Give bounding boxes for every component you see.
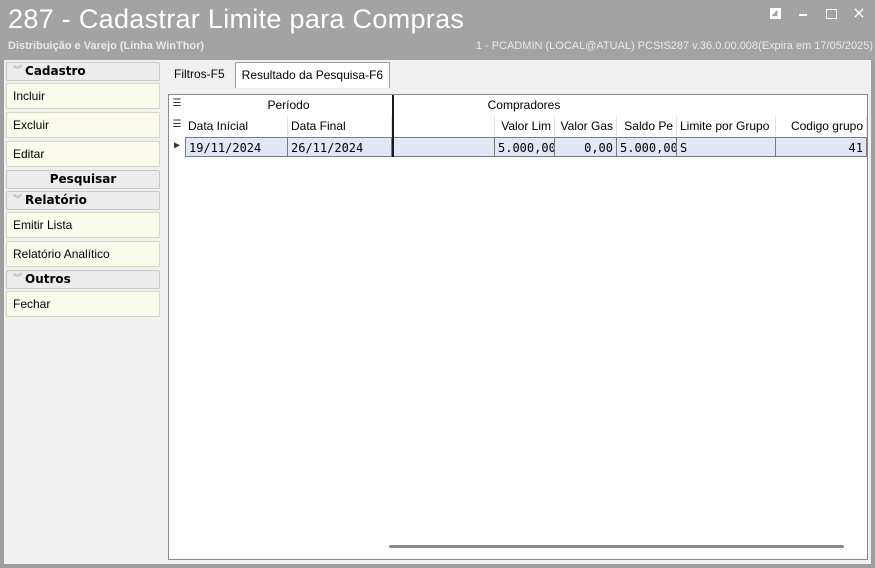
table-row[interactable]: ▶ 19/11/2024 26/11/2024 5.000,00 0,00 5.… bbox=[169, 137, 867, 157]
cell-valor-lim[interactable]: 5.000,00 bbox=[495, 137, 555, 157]
tab-resultado-pesquisa[interactable]: Resultado da Pesquisa-F6 bbox=[234, 62, 391, 88]
close-icon[interactable]: × bbox=[851, 4, 867, 22]
column-menu-icon[interactable]: ☰ bbox=[171, 119, 183, 130]
pesquisar-button[interactable]: Pesquisar bbox=[6, 170, 160, 189]
band-menu-icon[interactable]: ☰ bbox=[171, 98, 183, 109]
editar-button[interactable]: Editar bbox=[6, 141, 160, 167]
group-cadastro-label: Cadastro bbox=[25, 64, 86, 78]
cell-compradores-empty[interactable] bbox=[394, 137, 495, 157]
col-valor-lim[interactable]: Valor Lim bbox=[495, 116, 555, 136]
pesquisar-label: Pesquisar bbox=[49, 172, 117, 186]
session-info: 1 - PCADMIN (LOCAL@ATUAL) PCSIS287 v.36.… bbox=[475, 40, 873, 52]
window-title: 287 - Cadastrar Limite para Compras bbox=[8, 4, 465, 34]
results-grid[interactable]: ☰ Período Compradores ☰ Data Inícial Dat… bbox=[168, 94, 868, 560]
relatorio-analitico-button[interactable]: Relatório Analítico bbox=[6, 241, 160, 267]
horizontal-scrollbar[interactable] bbox=[389, 545, 844, 548]
chevron-down-icon: ︾ bbox=[13, 66, 23, 76]
sidebar: ︾ Cadastro Incluir Excluir Editar Pesqui… bbox=[6, 62, 160, 562]
maximize-icon[interactable] bbox=[823, 4, 839, 22]
grid-band-row: ☰ Período Compradores bbox=[169, 95, 867, 115]
group-outros[interactable]: ︾ Outros bbox=[6, 270, 160, 289]
fechar-button[interactable]: Fechar bbox=[6, 291, 160, 317]
col-saldo-periodo[interactable]: Saldo Pe bbox=[617, 116, 677, 136]
excluir-button[interactable]: Excluir bbox=[6, 112, 160, 138]
main-frame: ︾ Cadastro Incluir Excluir Editar Pesqui… bbox=[4, 60, 871, 564]
tab-strip: Filtros-F5 Resultado da Pesquisa-F6 bbox=[168, 62, 391, 90]
window-subtitle: Distribuição e Varejo (Linha WinThor) bbox=[8, 40, 205, 52]
col-data-final[interactable]: Data Final bbox=[288, 116, 392, 136]
cell-valor-gas[interactable]: 0,00 bbox=[555, 137, 617, 157]
row-indicator-icon: ▶ bbox=[173, 140, 181, 151]
title-bar: 287 - Cadastrar Limite para Compras Dist… bbox=[0, 0, 875, 60]
chevron-down-icon: ︾ bbox=[13, 195, 23, 205]
tab-filtros[interactable]: Filtros-F5 bbox=[168, 62, 231, 88]
cell-saldo-periodo[interactable]: 5.000,00 bbox=[617, 137, 677, 157]
cell-codigo-grupo[interactable]: 41 bbox=[776, 137, 867, 157]
cell-data-inicial[interactable]: 19/11/2024 bbox=[185, 137, 288, 157]
band-separator bbox=[392, 95, 394, 157]
chevron-down-icon: ︾ bbox=[13, 274, 23, 284]
col-data-inicial[interactable]: Data Inícial bbox=[185, 116, 288, 136]
col-codigo-grupo[interactable]: Codigo grupo bbox=[776, 116, 867, 136]
restore-icon[interactable] bbox=[767, 4, 783, 22]
cell-data-final[interactable]: 26/11/2024 bbox=[288, 137, 392, 157]
band-periodo: Período bbox=[267, 98, 310, 112]
group-cadastro[interactable]: ︾ Cadastro bbox=[6, 62, 160, 81]
incluir-button[interactable]: Incluir bbox=[6, 83, 160, 109]
col-compradores-empty[interactable] bbox=[394, 116, 495, 136]
group-outros-label: Outros bbox=[25, 272, 71, 286]
emitir-lista-button[interactable]: Emitir Lista bbox=[6, 212, 160, 238]
col-limite-por-grupo[interactable]: Limite por Grupo bbox=[677, 116, 776, 136]
col-valor-gas[interactable]: Valor Gas bbox=[555, 116, 617, 136]
group-relatorio[interactable]: ︾ Relatório bbox=[6, 191, 160, 210]
window-controls: × bbox=[767, 4, 867, 22]
group-relatorio-label: Relatório bbox=[25, 193, 87, 207]
band-compradores: Compradores bbox=[487, 98, 561, 112]
minimize-icon[interactable] bbox=[795, 4, 811, 22]
cell-limite-por-grupo[interactable]: S bbox=[677, 137, 776, 157]
grid-header-row: ☰ Data Inícial Data Final Valor Lim Valo… bbox=[169, 116, 867, 136]
